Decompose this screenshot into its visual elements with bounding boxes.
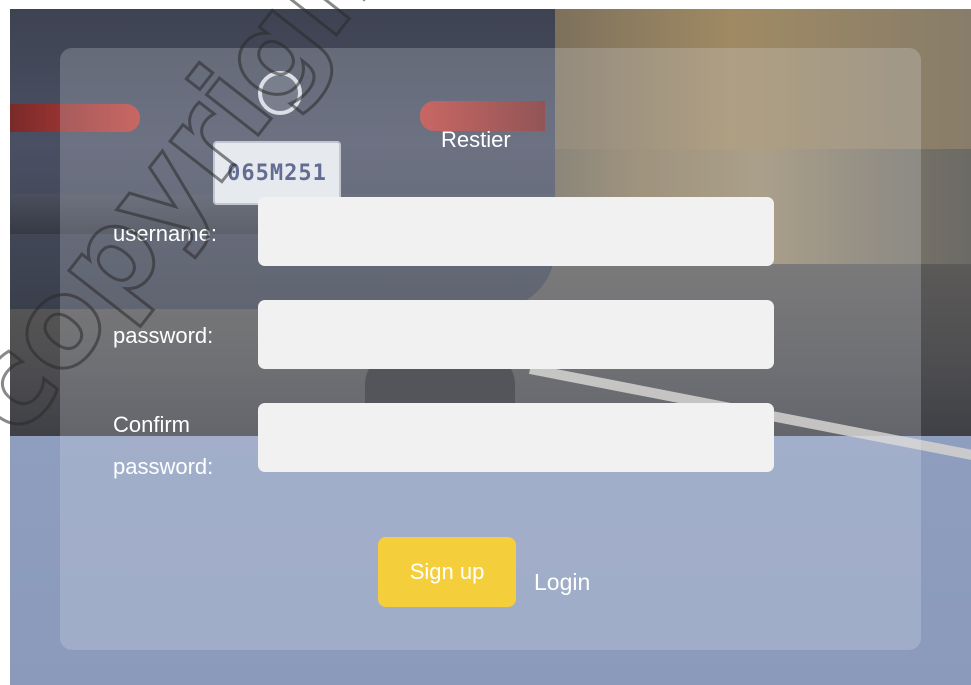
form-title: Restier — [441, 127, 511, 152]
confirm-password-label-line2: password: — [113, 454, 214, 479]
username-label: username: — [113, 221, 217, 246]
confirm-password-label-line1: Confirm — [113, 412, 191, 437]
username-input[interactable] — [258, 197, 774, 266]
confirm-password-input[interactable] — [258, 403, 774, 472]
signup-button[interactable]: Sign up — [378, 537, 516, 607]
login-link[interactable]: Login — [534, 569, 590, 596]
password-input[interactable] — [258, 300, 774, 369]
password-label: password: — [113, 323, 214, 348]
